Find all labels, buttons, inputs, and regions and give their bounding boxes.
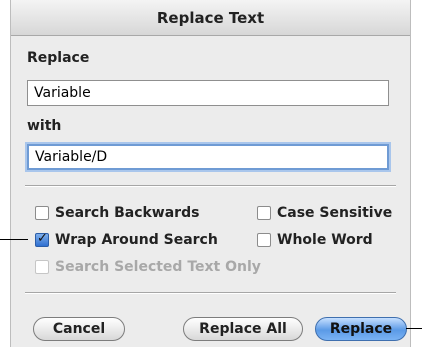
separator-top (25, 185, 396, 187)
with-label: with (27, 118, 62, 134)
checkbox-box (35, 260, 49, 274)
checkbox-label: Case Sensitive (277, 205, 393, 221)
wrap-around-checkbox[interactable]: Wrap Around Search (35, 231, 218, 248)
window-title: Replace Text (11, 0, 410, 36)
replace-label: Replace (27, 50, 90, 66)
cancel-button[interactable]: Cancel (33, 317, 125, 341)
search-backwards-checkbox[interactable]: Search Backwards (35, 205, 199, 221)
replace-input[interactable] (27, 80, 389, 106)
replace-text-dialog: Replace Text Replace with Search Backwar… (10, 0, 411, 347)
checkbox-label: Search Backwards (55, 205, 200, 221)
checkbox-box (257, 233, 271, 247)
callout-line-right (406, 328, 422, 329)
callout-line-left (0, 239, 28, 240)
replace-all-button[interactable]: Replace All (183, 317, 303, 341)
whole-word-checkbox[interactable]: Whole Word (257, 232, 373, 248)
with-input[interactable] (27, 144, 389, 170)
checkbox-box (257, 206, 271, 220)
replace-button[interactable]: Replace (315, 317, 407, 341)
separator-bottom (25, 292, 396, 294)
checkbox-label: Wrap Around Search (55, 232, 218, 248)
checkbox-checked-box (35, 231, 49, 247)
checkbox-box (35, 206, 49, 220)
checkbox-label: Whole Word (277, 232, 373, 248)
search-selected-only-checkbox: Search Selected Text Only (35, 259, 261, 275)
case-sensitive-checkbox[interactable]: Case Sensitive (257, 205, 392, 221)
checkbox-label: Search Selected Text Only (55, 259, 261, 275)
